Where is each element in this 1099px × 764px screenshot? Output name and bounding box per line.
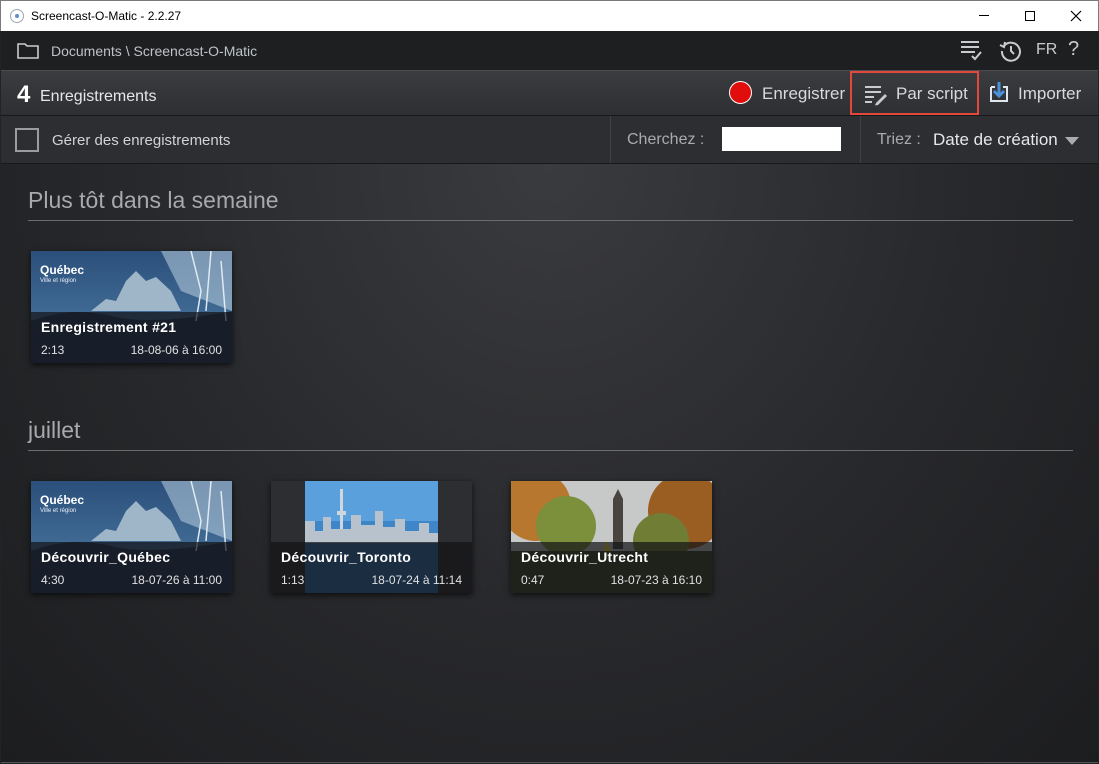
thumbnail-brand: Québec [40, 263, 85, 277]
maximize-icon [1025, 10, 1035, 21]
recordings-count-label: Enregistrements [40, 88, 157, 105]
record-button[interactable]: Enregistrer [762, 84, 845, 104]
sort-dropdown[interactable]: Date de création [933, 130, 1058, 150]
minimize-button[interactable] [961, 1, 1007, 31]
close-button[interactable] [1053, 1, 1099, 31]
filter-toolbar: Gérer des enregistrements Cherchez : Tri… [1, 116, 1098, 164]
recording-duration: 2:13 [41, 343, 65, 357]
recording-title: Découvrir_Utrecht [521, 549, 649, 565]
recording-card[interactable]: Découvrir_Utrecht 0:47 18-07-23 à 16:10 [511, 481, 712, 593]
section-divider [28, 450, 1073, 451]
language-button[interactable]: FR [1036, 41, 1057, 59]
maximize-button[interactable] [1007, 1, 1053, 31]
divider [610, 116, 611, 163]
app-icon [10, 9, 24, 23]
thumbnail-subtitle: Ville et région [40, 278, 77, 284]
script-icon [865, 86, 887, 106]
recording-duration: 4:30 [41, 573, 65, 587]
breadcrumb[interactable]: Documents \ Screencast-O-Matic [51, 43, 257, 59]
chevron-down-icon[interactable] [1065, 137, 1079, 145]
script-button[interactable]: Par script [850, 71, 979, 115]
search-label: Cherchez : [627, 131, 705, 148]
window-title: Screencast-O-Matic - 2.2.27 [31, 9, 182, 23]
recording-title: Découvrir_Toronto [281, 549, 412, 565]
script-label: Par script [896, 84, 968, 103]
recording-title: Enregistrement #21 [41, 319, 177, 335]
close-icon [1070, 10, 1082, 22]
header-bar: 4 Enregistrements Enregistrer Par script… [1, 70, 1098, 116]
window-titlebar: Screencast-O-Matic - 2.2.27 [0, 0, 1099, 31]
thumbnail-brand: Québec [40, 493, 85, 507]
recording-date: 18-07-26 à 11:00 [131, 573, 222, 587]
recording-card[interactable]: Québec Ville et région Enregistrement #2… [31, 251, 232, 363]
section-title: juillet [28, 417, 81, 443]
recording-card[interactable]: Québec Ville et région Découvrir_Québec … [31, 481, 232, 593]
import-button[interactable]: Importer [1018, 84, 1081, 104]
sort-label: Triez : [877, 131, 921, 148]
recording-date: 18-08-06 à 16:00 [130, 343, 222, 357]
recording-card[interactable]: Découvrir_Toronto 1:13 18-07-24 à 11:14 [271, 481, 472, 593]
section-title: Plus tôt dans la semaine [28, 187, 279, 213]
recording-date: 18-07-24 à 11:14 [371, 573, 462, 587]
manage-label[interactable]: Gérer des enregistrements [52, 132, 230, 149]
section-divider [28, 220, 1073, 221]
recording-title: Découvrir_Québec [41, 549, 171, 565]
minimize-icon [979, 15, 989, 17]
help-icon[interactable]: ? [1068, 38, 1079, 61]
recordings-list: Plus tôt dans la semaine Québec Ville et… [1, 164, 1098, 763]
record-icon[interactable] [729, 81, 752, 104]
top-bar: Documents \ Screencast-O-Matic FR ? [1, 31, 1098, 70]
recording-date: 18-07-23 à 16:10 [610, 573, 702, 587]
recordings-count: 4 [17, 81, 31, 108]
history-icon[interactable] [999, 39, 1023, 63]
checklist-icon[interactable] [959, 39, 983, 61]
folder-icon[interactable] [17, 42, 39, 59]
import-icon[interactable] [988, 81, 1010, 103]
manage-checkbox[interactable] [15, 128, 39, 152]
thumbnail-subtitle: Ville et région [40, 508, 77, 514]
divider [860, 116, 861, 163]
recording-duration: 1:13 [281, 573, 305, 587]
search-input[interactable] [722, 127, 841, 151]
recording-duration: 0:47 [521, 573, 545, 587]
